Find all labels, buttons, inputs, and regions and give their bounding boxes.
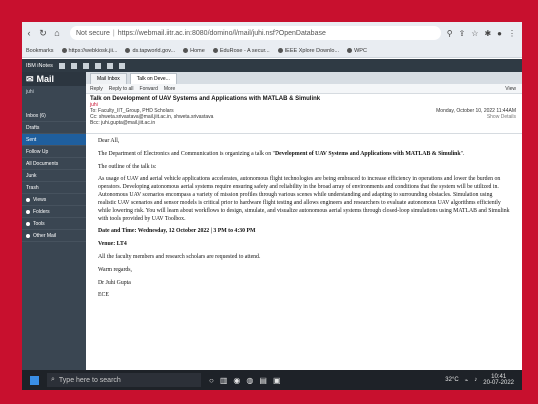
user-name: juhi bbox=[26, 89, 34, 95]
mail-icon: ✉ bbox=[26, 73, 34, 84]
bookmark-item[interactable]: ds.tapworld.gov... bbox=[125, 48, 175, 54]
toolbar-icon[interactable] bbox=[82, 62, 89, 69]
search-icon: ⌕ bbox=[51, 376, 55, 383]
mail-header[interactable]: ✉ Mail bbox=[22, 72, 86, 86]
date-time: Date and Time: Wednesday, 12 October 202… bbox=[98, 228, 256, 235]
windows-start-icon[interactable] bbox=[30, 375, 39, 385]
app-title: IBM iNotes bbox=[26, 62, 53, 69]
cortana-icon[interactable]: ○ bbox=[209, 376, 214, 385]
tab-mail-inbox[interactable]: Mail Inbox bbox=[90, 73, 127, 84]
task-view-icon[interactable]: ▥ bbox=[220, 376, 228, 385]
volume-icon[interactable]: ♪ bbox=[474, 377, 477, 383]
extension-icon[interactable]: ✱ bbox=[484, 29, 491, 38]
message-header: Talk on Development of UAV Systems and A… bbox=[86, 94, 522, 134]
security-label: Not secure bbox=[76, 29, 110, 37]
bookmark-item[interactable]: WPC bbox=[347, 48, 367, 54]
message-toolbar: Reply Reply to all Forward More View bbox=[86, 84, 522, 94]
network-icon[interactable]: ⌁ bbox=[465, 377, 469, 384]
bookmark-item[interactable]: IEEE Xplore Downlo... bbox=[277, 48, 339, 54]
show-details-link[interactable]: Show Details bbox=[436, 114, 516, 120]
screen: ‹ ↻ ⌂ Not secure | https://webmail.iitr.… bbox=[22, 22, 522, 370]
expand-icon bbox=[26, 209, 30, 214]
closing: Warm regards, bbox=[98, 266, 132, 273]
toolbar-icon[interactable] bbox=[106, 62, 113, 69]
url-text: https://webmail.iitr.ac.in:8080/domino/l… bbox=[117, 29, 326, 37]
weather-text[interactable]: 32°C bbox=[445, 377, 458, 383]
sidebar-item-tools[interactable]: Tools bbox=[22, 218, 86, 230]
more-button[interactable]: More bbox=[164, 86, 175, 92]
greeting: Dear All, bbox=[98, 138, 120, 144]
intro: The Department of Electronics and Commun… bbox=[98, 150, 465, 157]
sidebar-item-views[interactable]: Views bbox=[22, 194, 86, 206]
back-icon[interactable]: ‹ bbox=[22, 28, 36, 38]
system-tray: 32°C ⌁ ♪ 10:41 20-07-2022 bbox=[445, 374, 522, 386]
app-bar: IBM iNotes bbox=[22, 59, 522, 72]
red-frame: ‹ ↻ ⌂ Not secure | https://webmail.iitr.… bbox=[0, 0, 538, 404]
bookmarks-bar: Bookmarks https://webkiosk.jii... ds.tap… bbox=[22, 44, 522, 58]
venue: Venue: LT4 bbox=[98, 241, 127, 248]
reply-all-button[interactable]: Reply to all bbox=[109, 86, 134, 92]
toolbar-icon[interactable] bbox=[58, 62, 65, 69]
view-button[interactable]: View bbox=[505, 86, 522, 92]
reply-button[interactable]: Reply bbox=[90, 86, 103, 92]
expand-icon bbox=[26, 197, 30, 202]
description: As usage of UAV and aerial vehicle appli… bbox=[98, 176, 510, 222]
home-icon[interactable]: ⌂ bbox=[50, 28, 64, 38]
sidebar-item-trash[interactable]: Trash bbox=[22, 182, 86, 194]
tab-talk[interactable]: Talk on Deve... bbox=[129, 73, 177, 84]
message-body: Dear All, The Department of Electronics … bbox=[86, 134, 522, 370]
sidebar-item-other-mail[interactable]: Other Mail bbox=[22, 230, 86, 242]
bookmark-item[interactable]: Bookmarks bbox=[26, 48, 54, 54]
expand-icon bbox=[26, 221, 30, 226]
profile-icon[interactable]: ● bbox=[497, 29, 502, 38]
taskbar-apps: ○ ▥ ◉ ◍ ▤ ▣ bbox=[209, 376, 281, 385]
share-icon[interactable]: ⇪ bbox=[459, 29, 466, 38]
sidebar-item-folders[interactable]: Folders bbox=[22, 206, 86, 218]
message-bcc: Bcc: juhi.gupta@mail.jiit.ac.in bbox=[90, 120, 156, 126]
tab-bar: Mail Inbox Talk on Deve... bbox=[86, 72, 522, 84]
clock[interactable]: 10:41 20-07-2022 bbox=[483, 374, 514, 386]
outline: The outline of the talk is: bbox=[98, 163, 157, 170]
signature-dept: ECE bbox=[98, 292, 109, 299]
bookmark-item[interactable]: EduRose - A secur... bbox=[212, 48, 270, 54]
sidebar-item-follow-up[interactable]: Follow Up bbox=[22, 146, 86, 158]
forward-button[interactable]: Forward bbox=[140, 86, 158, 92]
browser-right-icons: ⚲ ⇪ ☆ ✱ ● ⋮ bbox=[447, 29, 522, 38]
edge-icon[interactable]: ◉ bbox=[233, 376, 240, 385]
chrome-icon[interactable]: ◍ bbox=[246, 376, 253, 385]
search-placeholder: Type here to search bbox=[58, 376, 121, 384]
bookmark-item[interactable]: https://webkiosk.jii... bbox=[61, 48, 117, 54]
browser-toolbar: ‹ ↻ ⌂ Not secure | https://webmail.iitr.… bbox=[22, 22, 522, 44]
star-icon[interactable]: ☆ bbox=[471, 29, 478, 38]
expand-icon bbox=[26, 233, 30, 238]
store-icon[interactable]: ▣ bbox=[273, 376, 281, 385]
toolbar-icon[interactable] bbox=[70, 62, 77, 69]
sidebar: ✉ Mail juhi Inbox (6) Drafts Sent Follow… bbox=[22, 72, 86, 370]
bookmark-item[interactable]: Home bbox=[183, 48, 205, 54]
reload-icon[interactable]: ↻ bbox=[36, 28, 50, 39]
toolbar-icon[interactable] bbox=[94, 62, 101, 69]
sidebar-item-inbox[interactable]: Inbox (6) bbox=[22, 110, 86, 122]
file-explorer-icon[interactable]: ▤ bbox=[259, 376, 267, 385]
address-bar[interactable]: Not secure | https://webmail.iitr.ac.in:… bbox=[70, 26, 441, 40]
taskbar: ⌕ Type here to search ○ ▥ ◉ ◍ ▤ ▣ 32°C ⌁… bbox=[22, 370, 522, 390]
message-date-block: Monday, October 10, 2022 11:44AM Show De… bbox=[436, 108, 516, 120]
sidebar-item-junk[interactable]: Junk bbox=[22, 170, 86, 182]
zoom-icon[interactable]: ⚲ bbox=[447, 29, 453, 38]
request: All the faculty members and research sch… bbox=[98, 253, 261, 260]
taskbar-search[interactable]: ⌕ Type here to search bbox=[47, 373, 201, 387]
signature-name: Dr Juhi Gupta bbox=[98, 279, 131, 286]
sidebar-item-sent[interactable]: Sent bbox=[22, 134, 86, 146]
sidebar-item-drafts[interactable]: Drafts bbox=[22, 122, 86, 134]
toolbar-icon[interactable] bbox=[118, 62, 125, 69]
menu-icon[interactable]: ⋮ bbox=[508, 29, 516, 38]
sidebar-item-all-documents[interactable]: All Documents bbox=[22, 158, 86, 170]
